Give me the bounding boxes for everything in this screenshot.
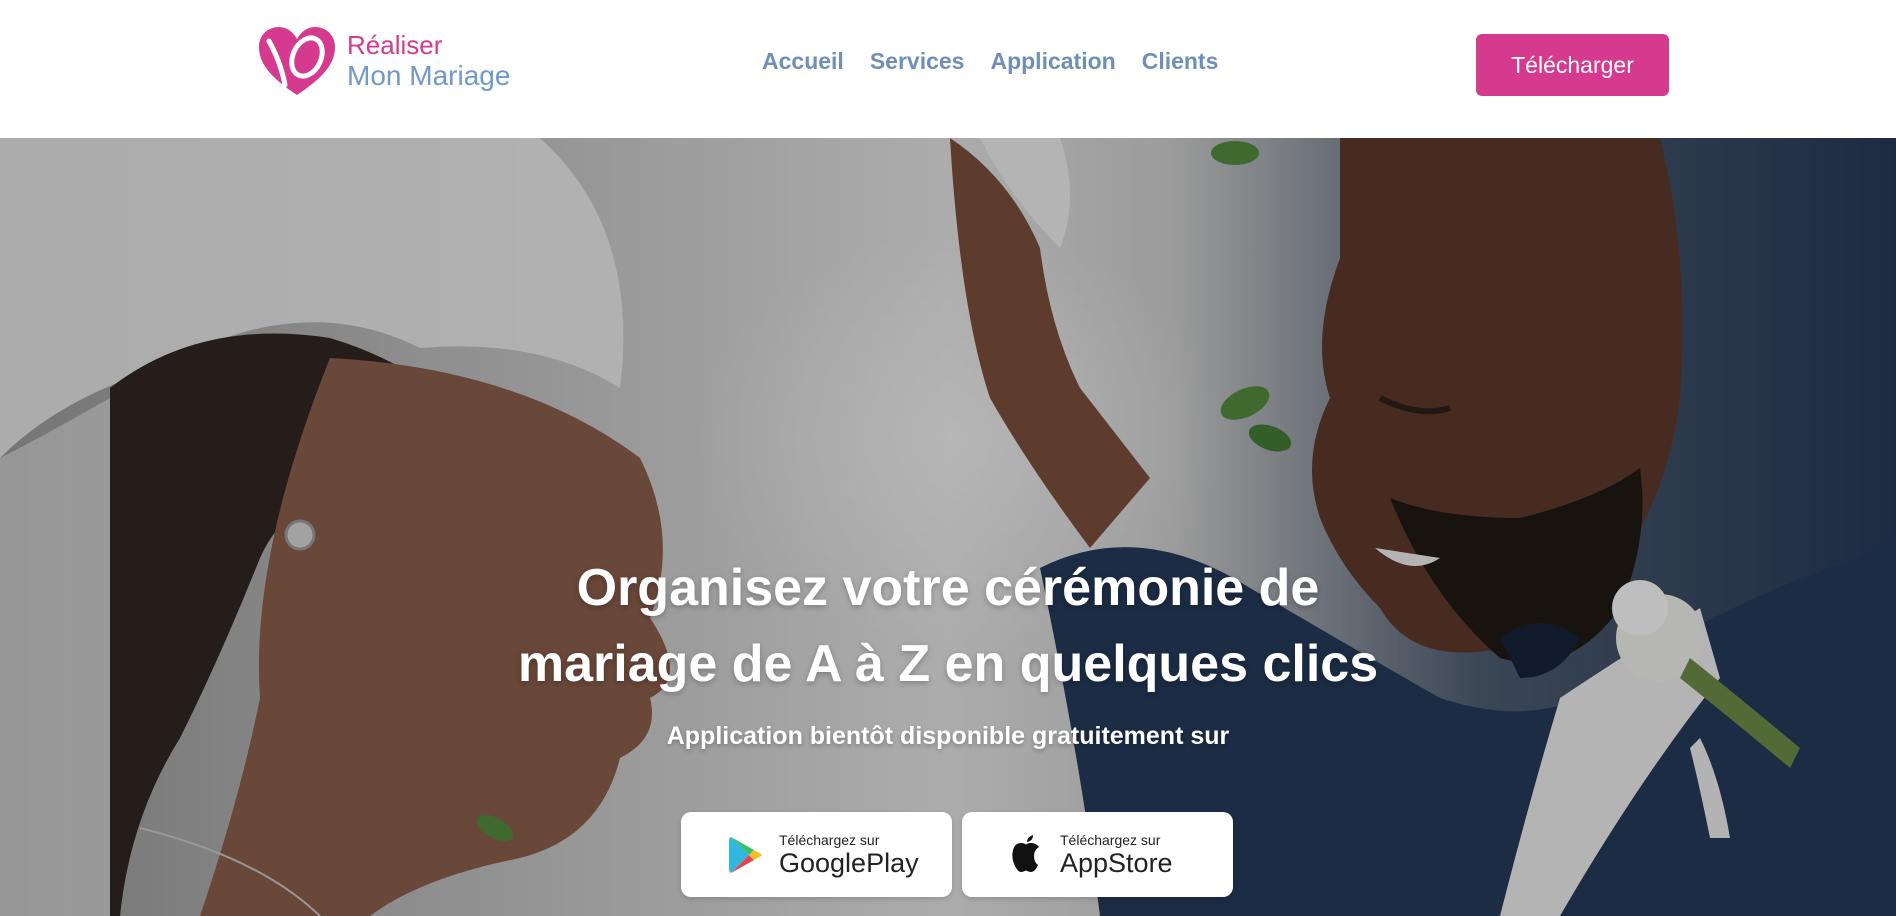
site-header: Réaliser Mon Mariage Accueil Services Ap… <box>0 0 1896 138</box>
app-store-big-label: AppStore <box>1060 847 1173 878</box>
hero-section: Organisez votre cérémonie de mariage de … <box>0 138 1896 916</box>
hero-title-line1: Organisez votre cérémonie de <box>576 559 1320 617</box>
download-button[interactable]: Télécharger <box>1476 34 1669 96</box>
hero-title-line2: mariage de A à Z en quelques clics <box>517 635 1379 693</box>
app-store-text: Téléchargez sur AppStore <box>1060 832 1173 878</box>
brand-name: Réaliser Mon Mariage <box>347 29 511 91</box>
nav-item-accueil[interactable]: Accueil <box>762 48 844 75</box>
google-play-big-label: GooglePlay <box>779 847 919 878</box>
nav-item-clients[interactable]: Clients <box>1142 48 1219 75</box>
hero-subtitle: Application bientôt disponible gratuitem… <box>666 722 1230 750</box>
hero-title: Organisez votre cérémonie de mariage de … <box>448 550 1448 702</box>
app-store-small-label: Téléchargez sur <box>1060 831 1161 848</box>
google-play-small-label: Téléchargez sur <box>779 831 880 848</box>
brand-name-line2: Mon Mariage <box>347 59 511 91</box>
nav-item-application[interactable]: Application <box>990 48 1115 75</box>
nav-item-services[interactable]: Services <box>870 48 965 75</box>
app-store-button[interactable]: Téléchargez sur AppStore <box>962 812 1233 897</box>
main-nav: Accueil Services Application Clients <box>762 48 1218 75</box>
hero-overlay <box>0 138 1896 916</box>
google-play-text: Téléchargez sur GooglePlay <box>779 832 919 878</box>
heart-logo-icon <box>259 27 335 95</box>
apple-icon <box>1012 834 1039 872</box>
brand-logo[interactable]: Réaliser Mon Mariage <box>255 22 515 100</box>
google-play-button[interactable]: Téléchargez sur GooglePlay <box>681 812 952 897</box>
brand-name-line1: Réaliser <box>347 29 443 60</box>
google-play-icon <box>729 836 762 873</box>
